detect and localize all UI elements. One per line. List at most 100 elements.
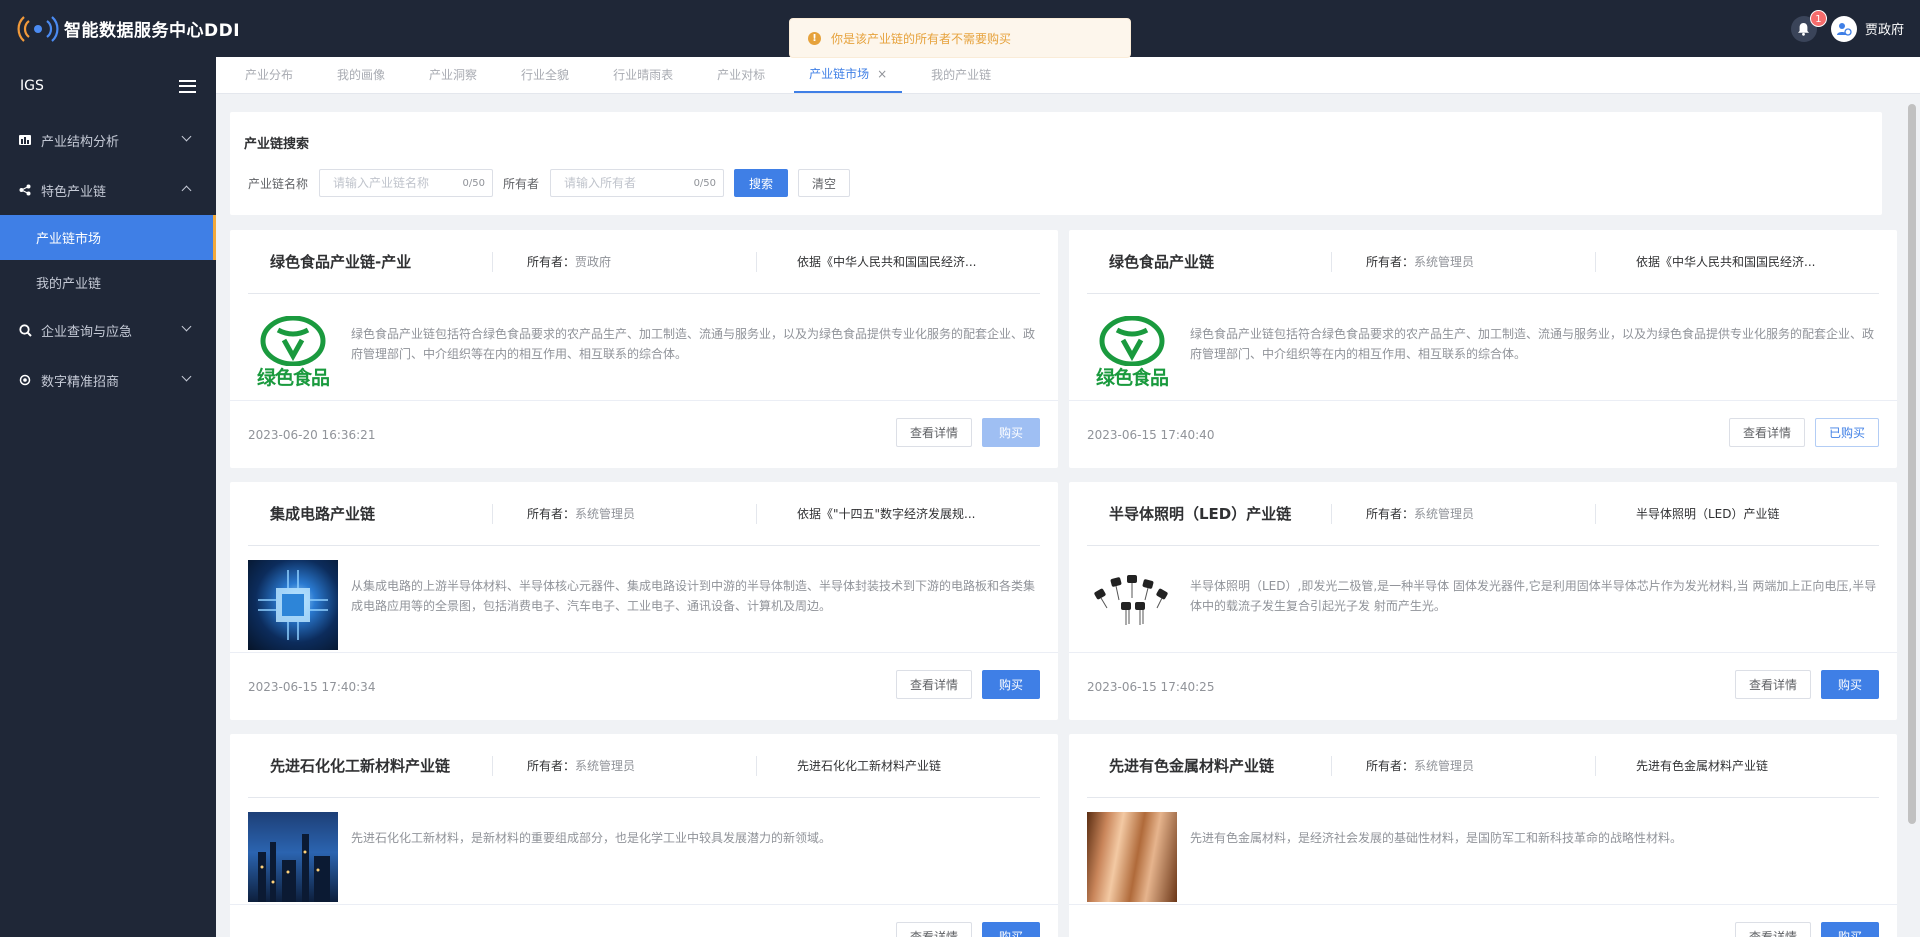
username[interactable]: 贾政府 [1865,19,1904,38]
sidebar-title: IGS [20,78,44,94]
bought-button[interactable]: 已购买 [1814,418,1879,447]
buy-button[interactable]: 购买 [981,922,1040,937]
tab-chain-market[interactable]: 产业链市场 × [794,56,903,93]
sidebar-header: IGS [0,57,216,115]
tab-industry-distribution[interactable]: 产业分布 [230,56,308,93]
sidebar: IGS 产业结构分析 特色产业链 产业链市场 我的产业链 企业查询与应急 数字精… [0,57,216,937]
card-body: 半导体照明（LED）,即发光二极管,是一种半导体 固体发光器件,它是利用固体半导… [1087,560,1879,652]
view-detail-button[interactable]: 查看详情 [1734,670,1811,699]
avatar[interactable] [1830,15,1857,42]
owner-key: 所有者： [1366,254,1415,269]
user-icon [1836,22,1852,36]
bell-icon [1798,22,1810,36]
divider [1087,293,1879,294]
sidebar-item-investment[interactable]: 数字精准招商 [0,355,216,405]
card-body: 绿色食品 绿色食品产业链包括符合绿色食品要求的农产品生产、加工制造、流通与服务业… [248,308,1040,400]
app-title: 智能数据服务中心DDI [64,21,241,41]
clear-button[interactable]: 清空 [798,169,851,197]
sidebar-subitem-my-chain[interactable]: 我的产业链 [0,260,216,305]
tab-label: 行业晴雨表 [613,68,674,82]
card-timestamp: 2023-06-15 17:40:25 [1087,680,1215,694]
owner-field[interactable]: 0/50 [550,169,725,197]
card-timestamp: 2023-06-15 17:40:34 [248,680,376,694]
view-detail-button[interactable]: 查看详情 [895,922,972,937]
scrollbar-thumb[interactable] [1908,104,1916,824]
chevron-down-icon [181,371,192,382]
chain-card: 先进石化化工新材料产业链 所有者：系统管理员 先进石化化工新材料产业链 先进石化… [230,734,1058,937]
card-title: 先进有色金属材料产业链 [1069,755,1332,776]
tab-industry-barometer[interactable]: 行业晴雨表 [598,56,688,93]
card-description: 绿色食品产业链包括符合绿色食品要求的农产品生产、加工制造、流通与服务业，以及为绿… [1190,327,1875,361]
owner-key: 所有者： [527,506,576,521]
search-panel: 产业链搜索 产业链名称 0/50 所有者 0/50 搜索 清空 [230,112,1882,215]
sidebar-item-industry-structure[interactable]: 产业结构分析 [0,115,216,165]
card-header: 集成电路产业链 所有者：系统管理员 依据《"十四五"数字经济发展规... [230,482,1058,545]
card-owner: 所有者：贾政府 [493,251,757,272]
card-basis: 半导体照明（LED）产业链 [1636,506,1780,521]
card-actions: 查看详情 已购买 [1719,418,1879,447]
buy-button[interactable]: 购买 [1820,670,1879,699]
close-icon[interactable]: × [877,67,887,81]
buy-button[interactable]: 购买 [981,670,1040,699]
chain-name-input[interactable] [333,176,454,190]
view-detail-button[interactable]: 查看详情 [1728,418,1805,447]
chevron-down-icon [181,131,192,142]
card-description: 半导体照明（LED）,即发光二极管,是一种半导体 固体发光器件,它是利用固体半导… [1190,579,1877,613]
divider [1069,400,1897,401]
tab-industry-insight[interactable]: 产业洞察 [414,56,492,93]
owner-key: 所有者： [527,758,576,773]
sidebar-item-featured-chain[interactable]: 特色产业链 [0,165,216,215]
divider [248,293,1040,294]
sidebar-subitem-label: 产业链市场 [36,232,102,247]
owner-value: 系统管理员 [1414,506,1475,521]
notification-badge: 1 [1809,9,1827,27]
sidebar-subitem-chain-market[interactable]: 产业链市场 [0,215,216,260]
user-area: 1 贾政府 [1790,0,1904,57]
owner-value: 系统管理员 [1414,254,1475,269]
menu-toggle-icon[interactable] [179,79,196,93]
owner-value: 系统管理员 [575,758,636,773]
app-logo[interactable]: 智能数据服务中心DDI [16,13,240,45]
notification-button[interactable]: 1 [1790,9,1827,42]
chevron-down-icon [181,321,192,332]
tab-my-chain[interactable]: 我的产业链 [916,56,1006,93]
card-actions: 查看详情 购买 [886,922,1040,937]
search-row: 产业链名称 0/50 所有者 0/50 搜索 清空 [248,169,851,197]
card-title: 集成电路产业链 [230,503,493,524]
divider [230,904,1058,905]
card-title: 绿色食品产业链-产业 [230,251,493,272]
view-detail-button[interactable]: 查看详情 [895,418,972,447]
sidebar-subitem-label: 我的产业链 [36,277,102,292]
card-owner: 所有者：系统管理员 [493,503,757,524]
tab-label: 产业分布 [245,68,294,82]
owner-key: 所有者： [1366,758,1415,773]
card-basis: 先进石化化工新材料产业链 [797,758,942,773]
tab-label: 产业对标 [717,68,766,82]
sidebar-item-enterprise-query[interactable]: 企业查询与应急 [0,305,216,355]
green-food-logo: 绿色食品 [1087,308,1177,398]
view-detail-button[interactable]: 查看详情 [1734,922,1811,937]
divider [1087,797,1879,798]
card-header: 绿色食品产业链-产业 所有者：贾政府 依据《中华人民共和国国民经济... [230,230,1058,293]
owner-label: 所有者 [503,176,540,191]
metal-image [1087,812,1177,902]
buy-button[interactable]: 购买 [981,418,1040,447]
chain-name-field[interactable]: 0/50 [319,169,494,197]
owner-input[interactable] [564,176,685,190]
card-timestamp: 2023-06-15 17:40:40 [1087,428,1215,442]
view-detail-button[interactable]: 查看详情 [895,670,972,699]
card-body: 先进有色金属材料，是经济社会发展的基础性材料，是国防军工和新科技革命的战略性材料… [1087,812,1879,904]
scrollbar[interactable] [1908,100,1916,930]
card-description: 先进石化化工新材料，是新材料的重要组成部分，也是化学工业中较具发展潜力的新领域。 [351,831,832,845]
tab-my-profile[interactable]: 我的画像 [322,56,400,93]
tab-industry-benchmark[interactable]: 产业对标 [702,56,780,93]
tab-industry-overview[interactable]: 行业全貌 [506,56,584,93]
chain-card: 半导体照明（LED）产业链 所有者：系统管理员 半导体照明（LED）产业链 半导… [1069,482,1897,720]
search-button[interactable]: 搜索 [734,169,789,197]
card-actions: 查看详情 购买 [1725,922,1879,937]
petrochemical-image [248,812,338,902]
buy-button[interactable]: 购买 [1820,922,1879,937]
chain-card: 先进有色金属材料产业链 所有者：系统管理员 先进有色金属材料产业链 先进有色金属… [1069,734,1897,937]
target-icon [18,373,32,387]
led-image [1087,560,1177,650]
